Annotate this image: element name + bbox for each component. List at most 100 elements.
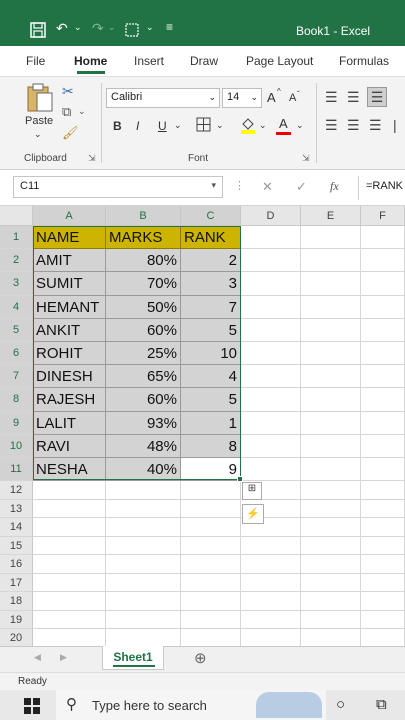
- empty-cell[interactable]: [361, 610, 405, 630]
- format-painter-icon[interactable]: 🖌: [62, 125, 79, 141]
- empty-cell[interactable]: [361, 629, 405, 648]
- empty-cell[interactable]: [361, 388, 405, 412]
- save-icon[interactable]: [30, 22, 46, 41]
- cut-icon[interactable]: ✂: [62, 83, 74, 100]
- row-header[interactable]: 17: [0, 573, 33, 593]
- empty-cell[interactable]: [181, 573, 241, 593]
- empty-cell[interactable]: [241, 272, 301, 296]
- empty-cell[interactable]: [33, 555, 106, 574]
- empty-cell[interactable]: [33, 629, 106, 648]
- row-header[interactable]: 16: [0, 555, 33, 574]
- table-data-cell[interactable]: 10: [181, 342, 241, 366]
- empty-cell[interactable]: [33, 536, 106, 556]
- add-sheet-icon[interactable]: ⊕: [194, 649, 207, 667]
- row-header[interactable]: 20: [0, 629, 33, 648]
- empty-cell[interactable]: [361, 342, 405, 366]
- cortana-icon[interactable]: ○: [336, 696, 345, 713]
- empty-cell[interactable]: [361, 411, 405, 435]
- grow-font-button[interactable]: A: [267, 90, 276, 105]
- align-middle-icon[interactable]: ☰: [347, 89, 360, 106]
- font-launcher-icon[interactable]: ⇲: [302, 153, 310, 164]
- table-data-cell[interactable]: ANKIT: [33, 318, 106, 342]
- empty-cell[interactable]: [361, 536, 405, 556]
- undo-icon[interactable]: ↶: [56, 20, 68, 37]
- align-bottom-icon[interactable]: ☰: [367, 87, 387, 107]
- empty-cell[interactable]: [301, 388, 361, 412]
- table-data-cell[interactable]: ROHIT: [33, 342, 106, 366]
- empty-cell[interactable]: [241, 411, 301, 435]
- empty-cell[interactable]: [241, 458, 301, 482]
- empty-cell[interactable]: [241, 342, 301, 366]
- scroll-left-icon[interactable]: ◀: [34, 652, 41, 663]
- row-header[interactable]: 14: [0, 518, 33, 537]
- empty-cell[interactable]: [241, 365, 301, 389]
- empty-cell[interactable]: [301, 518, 361, 537]
- empty-cell[interactable]: [106, 481, 181, 500]
- column-header-e[interactable]: E: [301, 206, 361, 226]
- row-header[interactable]: 9: [0, 411, 33, 435]
- align-left-icon[interactable]: ☰: [325, 117, 338, 134]
- empty-cell[interactable]: [361, 573, 405, 593]
- empty-cell[interactable]: [301, 272, 361, 296]
- paste-dropdown-icon[interactable]: ⌄: [34, 129, 42, 140]
- tab-draw[interactable]: Draw: [190, 54, 218, 68]
- table-data-cell[interactable]: NESHA: [33, 458, 106, 482]
- tab-page-layout[interactable]: Page Layout: [246, 54, 313, 68]
- table-data-cell[interactable]: 80%: [106, 249, 181, 273]
- empty-cell[interactable]: [241, 592, 301, 611]
- empty-cell[interactable]: [241, 226, 301, 250]
- empty-cell[interactable]: [241, 629, 301, 648]
- empty-cell[interactable]: [106, 573, 181, 593]
- empty-cell[interactable]: [361, 249, 405, 273]
- row-header[interactable]: 6: [0, 342, 33, 366]
- empty-cell[interactable]: [301, 481, 361, 500]
- table-data-cell[interactable]: LALIT: [33, 411, 106, 435]
- empty-cell[interactable]: [241, 536, 301, 556]
- paste-button-label[interactable]: Paste: [25, 115, 53, 127]
- underline-dropdown-icon[interactable]: ⌄: [174, 120, 182, 131]
- empty-cell[interactable]: [181, 499, 241, 519]
- table-data-cell[interactable]: 40%: [106, 458, 181, 482]
- row-header[interactable]: 11: [0, 458, 33, 482]
- more-options-icon[interactable]: ⋮: [234, 179, 245, 192]
- table-data-cell[interactable]: 4: [181, 365, 241, 389]
- table-data-cell[interactable]: 5: [181, 318, 241, 342]
- fill-color-dropdown-icon[interactable]: ⌄: [259, 120, 267, 131]
- table-data-cell[interactable]: 50%: [106, 295, 181, 319]
- table-data-cell[interactable]: 48%: [106, 434, 181, 458]
- empty-cell[interactable]: [33, 499, 106, 519]
- borders-icon[interactable]: [196, 117, 211, 137]
- empty-cell[interactable]: [241, 555, 301, 574]
- empty-cell[interactable]: [241, 573, 301, 593]
- row-header[interactable]: 18: [0, 592, 33, 611]
- sheet-tab-sheet1[interactable]: Sheet1: [102, 646, 164, 670]
- font-name-select[interactable]: Calibri ⌄: [106, 88, 220, 108]
- empty-cell[interactable]: [301, 249, 361, 273]
- empty-cell[interactable]: [106, 499, 181, 519]
- quick-access-icon[interactable]: [124, 22, 140, 41]
- empty-cell[interactable]: [361, 365, 405, 389]
- empty-cell[interactable]: [106, 610, 181, 630]
- empty-cell[interactable]: [241, 434, 301, 458]
- empty-cell[interactable]: [361, 518, 405, 537]
- empty-cell[interactable]: [241, 610, 301, 630]
- align-center-icon[interactable]: ☰: [347, 117, 360, 134]
- qat-dropdown-icon[interactable]: ⌄: [146, 22, 154, 33]
- column-header-b[interactable]: B: [106, 206, 181, 226]
- empty-cell[interactable]: [301, 226, 361, 250]
- tab-insert[interactable]: Insert: [134, 54, 164, 68]
- quick-analysis-icon[interactable]: ⚡: [242, 504, 264, 524]
- empty-cell[interactable]: [33, 573, 106, 593]
- copy-icon[interactable]: ⧉: [62, 104, 71, 120]
- cancel-icon[interactable]: ✕: [262, 179, 273, 195]
- table-data-cell[interactable]: RAVI: [33, 434, 106, 458]
- windows-start-icon[interactable]: [24, 698, 40, 719]
- empty-cell[interactable]: [301, 318, 361, 342]
- borders-dropdown-icon[interactable]: ⌄: [216, 120, 224, 131]
- redo-icon[interactable]: ↷: [92, 20, 104, 37]
- row-header[interactable]: 12: [0, 481, 33, 500]
- empty-cell[interactable]: [33, 592, 106, 611]
- table-data-cell[interactable]: 60%: [106, 388, 181, 412]
- empty-cell[interactable]: [361, 272, 405, 296]
- empty-cell[interactable]: [301, 434, 361, 458]
